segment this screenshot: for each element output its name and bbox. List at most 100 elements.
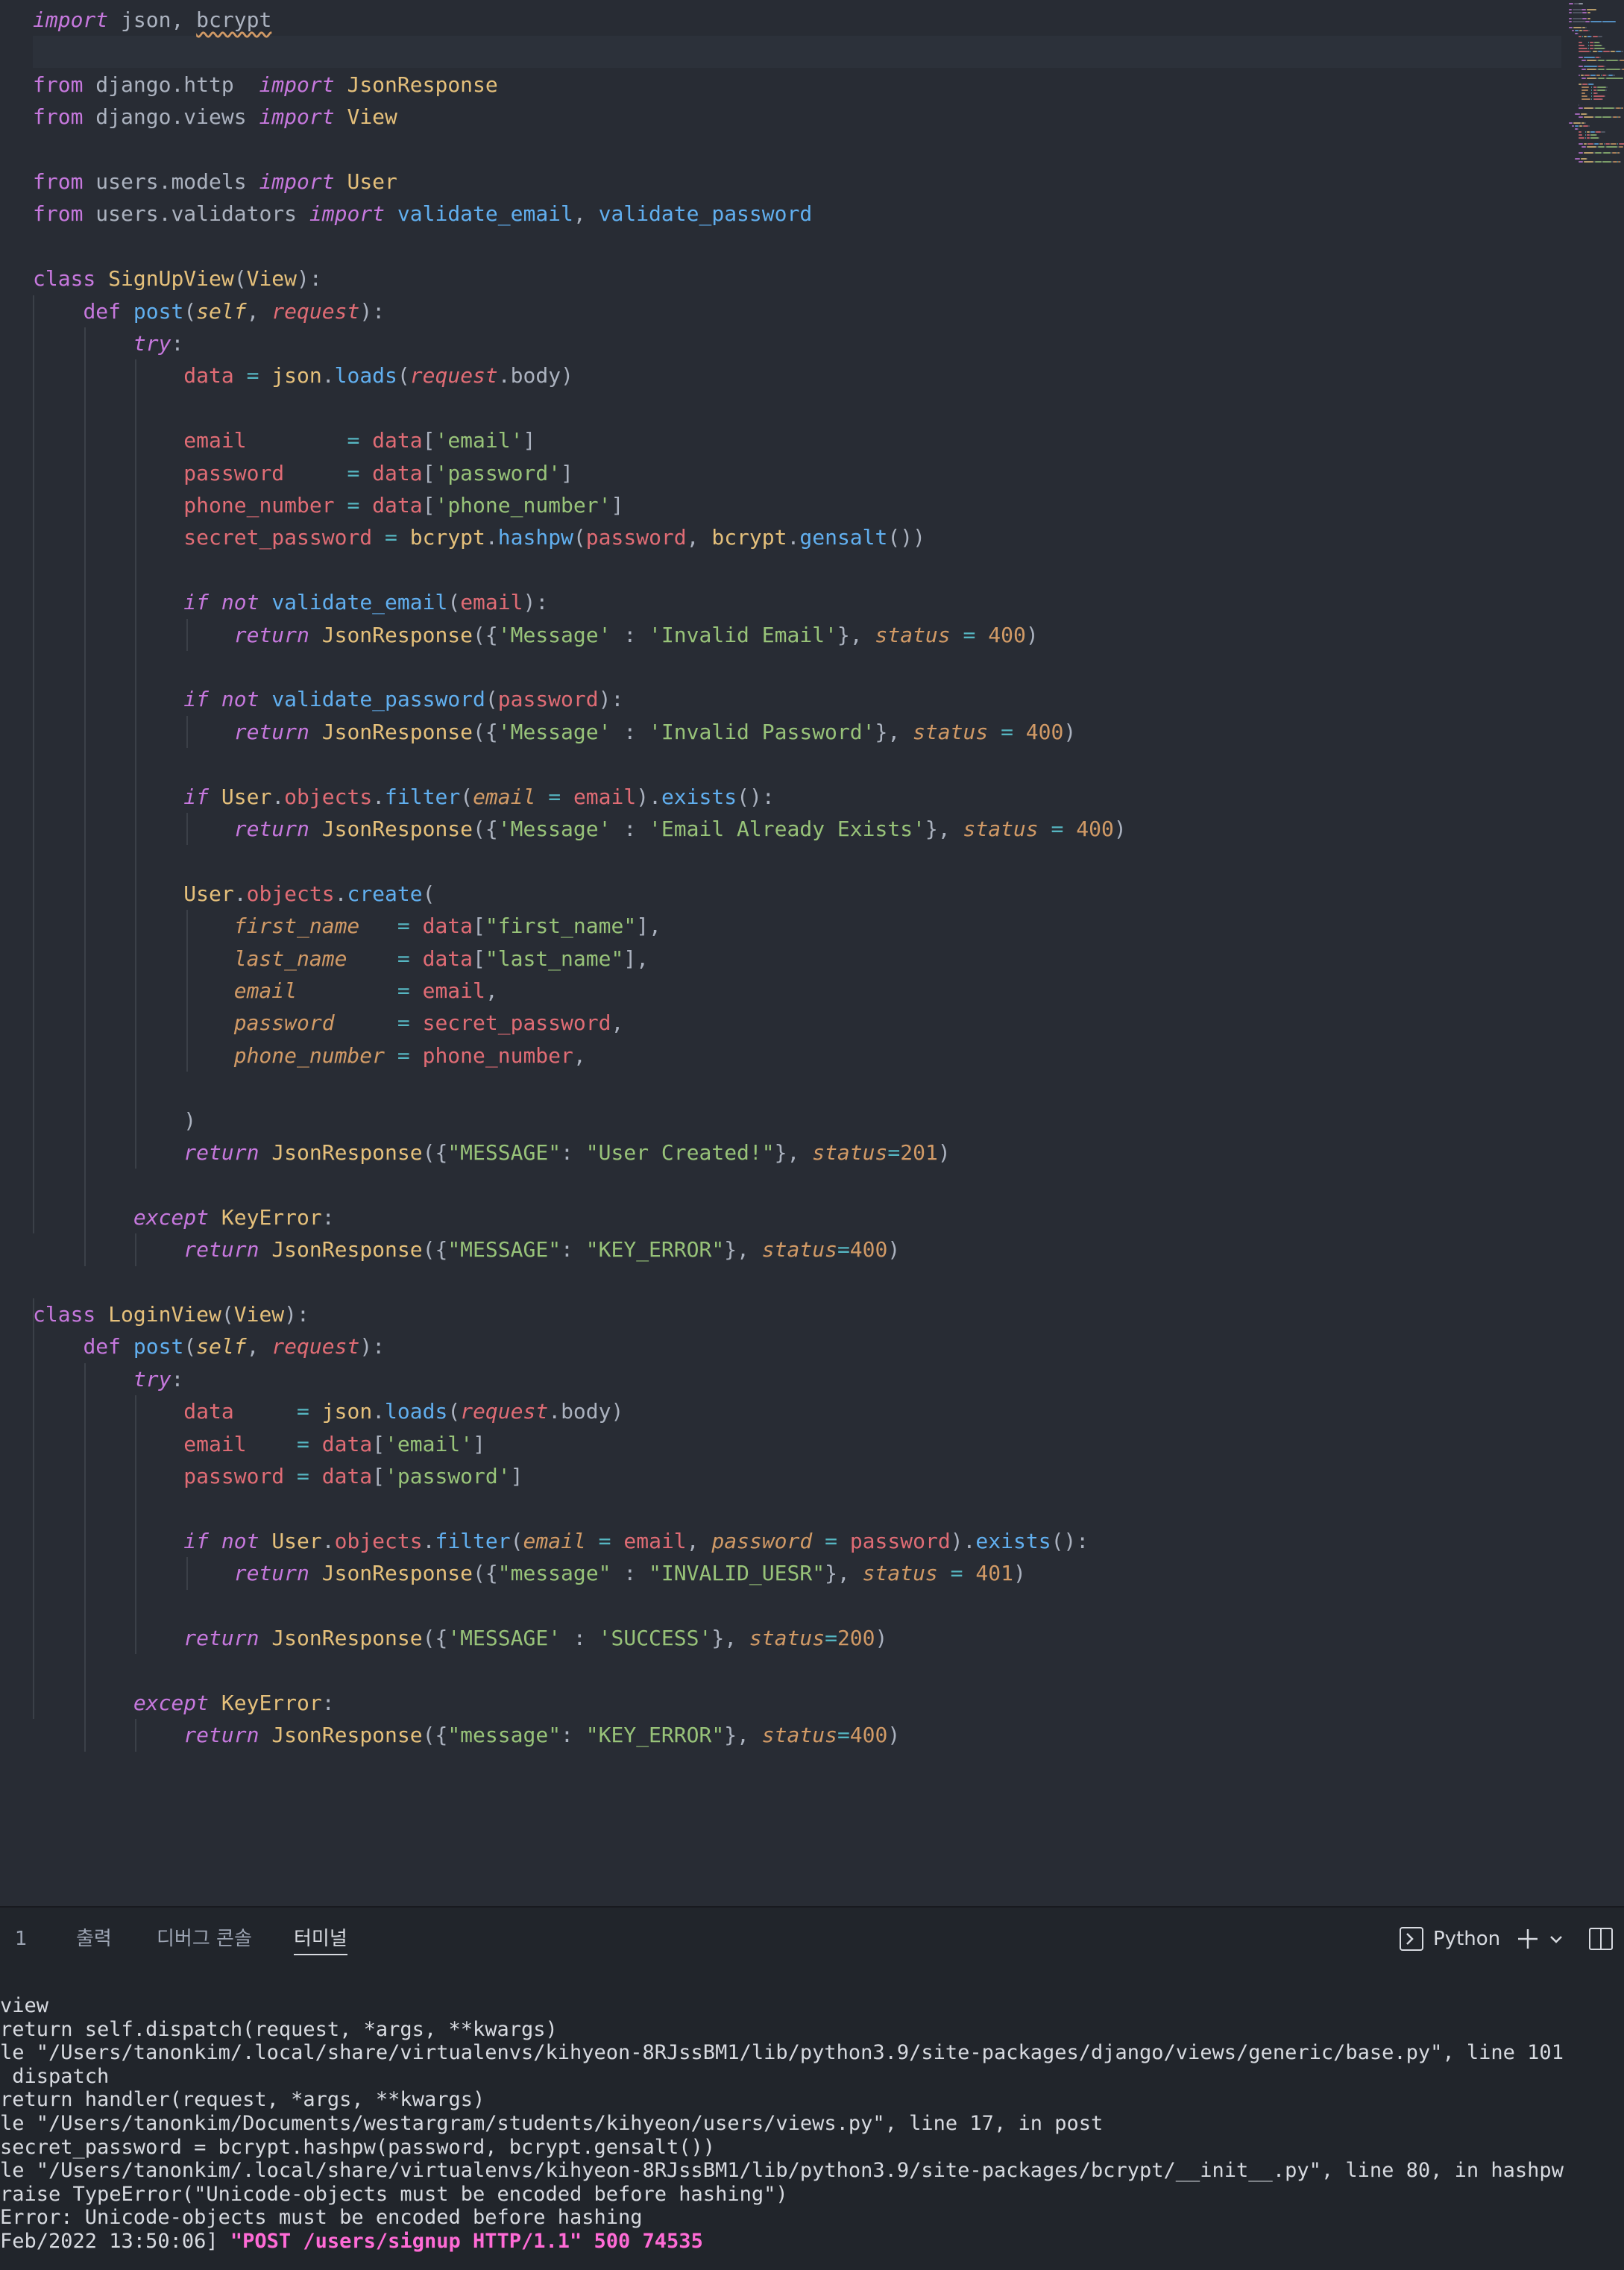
code-token: ( <box>183 298 197 324</box>
code-token: = <box>297 1399 309 1424</box>
code-token: return <box>233 719 309 744</box>
code-line[interactable]: password = data['password'] <box>33 1460 523 1492</box>
minimap-token <box>1596 89 1606 91</box>
minimap-token <box>1581 78 1587 79</box>
code-token: KeyError <box>221 1204 322 1230</box>
code-line[interactable]: if not validate_email(email): <box>33 586 548 618</box>
minimap-token <box>1581 18 1587 19</box>
minimap-token <box>1573 18 1582 19</box>
code-line[interactable]: from django.views import View <box>33 101 397 133</box>
code-token: password <box>711 1528 813 1553</box>
code-line[interactable]: def post(self, request): <box>33 1330 385 1362</box>
code-token: ( <box>183 1334 197 1359</box>
code-token: secret_password <box>183 525 373 550</box>
minimap-token <box>1593 95 1605 97</box>
tab-problems-count[interactable]: 1 <box>15 1924 28 1954</box>
code-token: objects <box>246 881 335 906</box>
code-line[interactable]: return JsonResponse({"message" : "INVALI… <box>33 1557 1026 1589</box>
minimap-token <box>1573 27 1581 28</box>
code-line[interactable]: return JsonResponse({'MESSAGE' : 'SUCCES… <box>33 1622 887 1654</box>
code-line[interactable]: password = data['password'] <box>33 457 573 489</box>
code-line[interactable]: last_name = data["last_name"], <box>33 943 649 975</box>
code-line[interactable]: from users.models import User <box>33 166 397 198</box>
code-token: except <box>133 1690 210 1715</box>
minimap-token <box>1578 51 1590 52</box>
code-token: 201 <box>900 1140 938 1165</box>
minimap-token <box>1602 21 1616 22</box>
code-line[interactable]: class SignUpView(View): <box>33 262 322 295</box>
code-token: . <box>372 784 385 809</box>
code-line[interactable]: email = data['email'] <box>33 424 535 456</box>
code-line[interactable]: try: <box>33 1363 183 1395</box>
code-line[interactable]: import json, bcrypt <box>33 4 271 36</box>
code-token: : <box>611 817 649 841</box>
chevron-down-icon <box>1550 1936 1562 1943</box>
minimap-token <box>1569 21 1573 22</box>
code-token: ( <box>397 363 410 389</box>
code-line[interactable]: except KeyError: <box>33 1201 335 1233</box>
code-line[interactable]: from users.validators import validate_em… <box>33 198 812 230</box>
minimap-token <box>1573 21 1586 22</box>
code-line[interactable]: if User.objects.filter(email = email).ex… <box>33 781 774 813</box>
code-line[interactable]: email = email, <box>33 975 498 1007</box>
code-line[interactable]: data = json.loads(request.body) <box>33 1395 623 1427</box>
terminal-output[interactable]: view return self.dispatch(request, *args,… <box>0 1994 1624 2270</box>
code-line[interactable]: phone_number = data['phone_number'] <box>33 489 623 521</box>
code-line[interactable]: secret_password = bcrypt.hashpw(password… <box>33 521 925 553</box>
minimap-token <box>1578 75 1580 76</box>
terminal-dropdown-button[interactable] <box>1548 1922 1564 1955</box>
minimap-token <box>1585 134 1587 136</box>
code-line[interactable]: phone_number = phone_number, <box>33 1040 586 1072</box>
code-line[interactable]: def post(self, request): <box>33 295 385 327</box>
code-token: post <box>133 1334 184 1359</box>
code-token: validate_password <box>598 201 813 227</box>
code-editor[interactable]: import json, bcrypt from django.http impo… <box>0 0 1624 1906</box>
code-token: = <box>963 622 976 647</box>
code-line[interactable]: if not validate_password(password): <box>33 683 623 715</box>
code-line[interactable]: return JsonResponse({'Message' : 'Invali… <box>33 619 1039 651</box>
new-terminal-button[interactable] <box>1515 1922 1540 1955</box>
tab-debug-console[interactable]: 디버그 콘솔 <box>157 1924 252 1954</box>
code-token: JsonResponse <box>321 719 473 744</box>
code-token: ( <box>233 266 247 292</box>
code-line[interactable]: return JsonResponse({"MESSAGE": "User Cr… <box>33 1136 950 1169</box>
code-token: : <box>171 331 184 356</box>
code-line[interactable]: try: <box>33 327 183 359</box>
code-token: 400 <box>849 1237 888 1263</box>
code-line[interactable]: if not User.objects.filter(email = email… <box>33 1525 1089 1557</box>
code-line[interactable]: ) <box>33 1104 196 1136</box>
terminal-profile-button[interactable]: Python <box>1399 1922 1500 1955</box>
code-token: "last_name" <box>485 946 624 971</box>
code-line[interactable]: return JsonResponse({'Message' : 'Invali… <box>33 716 1077 748</box>
minimap-token <box>1612 75 1615 76</box>
code-line[interactable]: return JsonResponse({"MESSAGE": "KEY_ERR… <box>33 1233 900 1266</box>
code-line[interactable]: return JsonResponse({'Message' : 'Email … <box>33 813 1127 845</box>
panel-tabs: 1 출력 디버그 콘솔 터미널 Python <box>0 1908 1624 1972</box>
code-line[interactable]: email = data['email'] <box>33 1428 485 1460</box>
tab-output[interactable]: 출력 <box>76 1924 112 1954</box>
code-line[interactable]: data = json.loads(request.body) <box>33 359 573 392</box>
code-token: }, <box>837 622 875 647</box>
code-line[interactable]: first_name = data["first_name"], <box>33 910 661 942</box>
code-line[interactable]: password = secret_password, <box>33 1007 624 1039</box>
code-token: = <box>385 525 397 550</box>
tab-terminal[interactable]: 터미널 <box>294 1924 347 1955</box>
split-terminal-button[interactable] <box>1588 1922 1614 1955</box>
minimap[interactable] <box>1566 0 1624 179</box>
code-line[interactable]: except KeyError: <box>33 1687 335 1719</box>
code-line[interactable]: return JsonResponse({"message": "KEY_ERR… <box>33 1719 900 1751</box>
code-line[interactable]: class LoginView(View): <box>33 1298 309 1330</box>
code-token: bcrypt <box>409 525 485 550</box>
code-token: }, <box>724 1723 762 1748</box>
code-line[interactable]: User.objects.create( <box>33 878 435 910</box>
code-token: from <box>33 169 84 194</box>
code-token: data <box>422 946 473 971</box>
code-line[interactable]: from django.http import JsonResponse <box>33 69 498 101</box>
